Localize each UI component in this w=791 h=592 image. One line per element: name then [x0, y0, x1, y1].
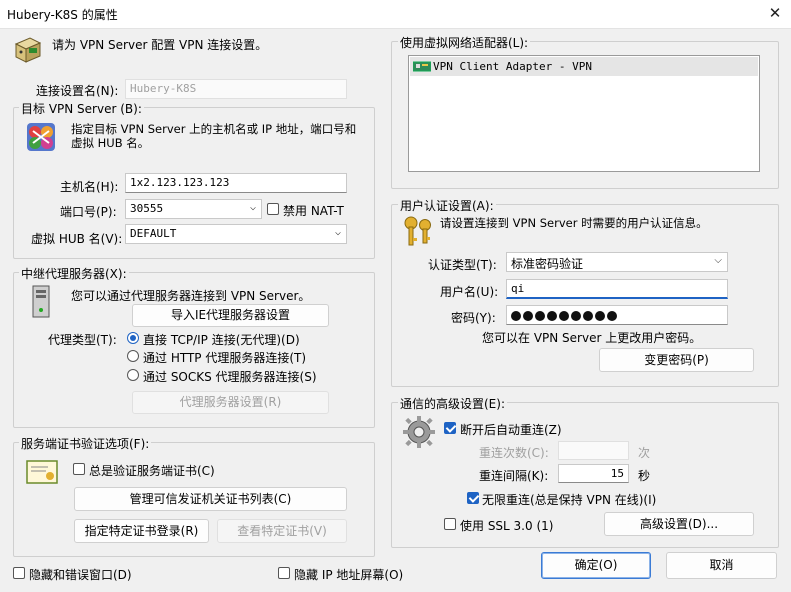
chevron-down-icon: ⌵: [714, 255, 722, 266]
always-verify-label: 总是验证服务端证书(C): [89, 464, 215, 478]
import-ie-proxy-button[interactable]: 导入IE代理服务器设置: [132, 304, 329, 327]
proxy-legend: 中继代理服务器(X):: [19, 265, 129, 282]
retry-count-field[interactable]: [558, 441, 629, 460]
proxy-http-radio[interactable]: [127, 350, 139, 362]
auth-description: 请设置连接到 VPN Server 时需要的用户认证信息。: [440, 216, 708, 230]
connection-name-field[interactable]: Hubery-K8S: [125, 79, 347, 99]
auth-type-combo[interactable]: 标准密码验证 ⌵: [506, 252, 728, 272]
hub-combo[interactable]: DEFAULT ⌵: [125, 224, 347, 244]
hide-status-label: 隐藏和错误窗口(D): [29, 568, 132, 582]
keys-icon: [402, 214, 436, 248]
proxy-type-label: 代理类型(T):: [48, 333, 117, 347]
server-cert-legend: 服务端证书验证选项(F):: [19, 435, 152, 452]
disable-nat-label: 禁用 NAT-T: [283, 204, 344, 218]
advanced-legend: 通信的高级设置(E):: [398, 395, 507, 412]
hide-ip-checkbox[interactable]: [278, 567, 290, 579]
intro-text: 请为 VPN Server 配置 VPN 连接设置。: [52, 38, 268, 52]
hub-value: DEFAULT: [130, 227, 177, 240]
view-cert-button[interactable]: 查看特定证书(V): [217, 519, 347, 543]
hide-status-checkbox[interactable]: [13, 567, 25, 579]
infinite-retry-label: 无限重连(总是保持 VPN 在线)(I): [482, 493, 657, 507]
password-dot: [607, 311, 617, 321]
retry-interval-field[interactable]: 15: [558, 464, 629, 483]
hostname-label: 主机名(H):: [60, 180, 119, 194]
hostname-field[interactable]: 1x2.123.123.123: [125, 173, 347, 193]
use-ssl3-label: 使用 SSL 3.0 (1): [460, 519, 554, 533]
retry-interval-label: 重连间隔(K):: [479, 469, 549, 483]
password-dot: [535, 311, 545, 321]
auth-legend: 用户认证设置(A):: [398, 197, 496, 214]
use-ssl3-checkbox[interactable]: [444, 518, 456, 530]
specify-cert-button[interactable]: 指定特定证书登录(R): [74, 519, 209, 543]
chevron-down-icon: ⌵: [334, 227, 341, 238]
network-adapter-icon: [412, 61, 432, 72]
connection-name-label: 连接设置名(N):: [36, 84, 119, 98]
proxy-http-label: 通过 HTTP 代理服务器连接(T): [143, 351, 307, 365]
infinite-retry-checkbox[interactable]: [467, 492, 479, 504]
proxy-socks-radio[interactable]: [127, 369, 139, 381]
port-label: 端口号(P):: [60, 205, 117, 219]
password-dot: [511, 311, 521, 321]
username-label: 用户名(U):: [440, 285, 499, 299]
hub-label: 虚拟 HUB 名(V):: [31, 232, 123, 246]
retry-count-unit: 次: [638, 446, 651, 460]
computer-tower-icon: [28, 285, 54, 319]
adapter-item-label: VPN Client Adapter - VPN: [433, 60, 592, 73]
password-field[interactable]: [506, 305, 728, 325]
advanced-settings-button[interactable]: 高级设置(D)...: [604, 512, 754, 536]
always-verify-checkbox[interactable]: [73, 463, 85, 475]
adapter-legend: 使用虚拟网络适配器(L):: [398, 34, 531, 51]
proxy-socks-label: 通过 SOCKS 代理服务器连接(S): [143, 370, 317, 384]
password-dot: [583, 311, 593, 321]
proxy-direct-label: 直接 TCP/IP 连接(无代理)(D): [143, 333, 300, 347]
port-combo[interactable]: 30555 ⌵: [125, 199, 262, 219]
target-legend: 目标 VPN Server (B):: [19, 100, 144, 117]
retry-interval-unit: 秒: [638, 469, 651, 483]
hide-ip-label: 隐藏 IP 地址屏幕(O): [294, 568, 404, 582]
server-target-icon: [25, 121, 57, 153]
certificate-icon: [26, 459, 58, 485]
password-dot: [547, 311, 557, 321]
window-title: Hubery-K8S 的属性: [7, 8, 118, 22]
gear-icon: [402, 415, 436, 449]
cancel-button[interactable]: 取消: [666, 552, 777, 579]
username-field[interactable]: qi: [506, 279, 728, 299]
ok-button[interactable]: 确定(O): [541, 552, 651, 579]
change-password-hint: 您可以在 VPN Server 上更改用户密码。: [482, 331, 702, 345]
chevron-down-icon: ⌵: [249, 202, 256, 213]
target-description: 指定目标 VPN Server 上的主机名或 IP 地址，端口号和虚拟 HUB …: [71, 122, 357, 150]
password-dot: [523, 311, 533, 321]
port-value: 30555: [130, 202, 164, 215]
auto-reconnect-label: 断开后自动重连(Z): [460, 423, 562, 437]
password-dot: [571, 311, 581, 321]
password-dot: [595, 311, 605, 321]
proxy-description: 您可以通过代理服务器连接到 VPN Server。: [71, 289, 311, 303]
password-dot: [559, 311, 569, 321]
proxy-direct-radio[interactable]: [127, 332, 139, 344]
auto-reconnect-checkbox[interactable]: [444, 422, 456, 434]
title-bar: [0, 0, 791, 29]
computer-network-icon: [12, 34, 44, 66]
password-label: 密码(Y):: [451, 311, 496, 325]
disable-nat-checkbox[interactable]: [267, 203, 279, 215]
auth-type-value: 标准密码验证: [511, 257, 584, 271]
auth-type-label: 认证类型(T):: [428, 258, 497, 272]
adapter-list-item[interactable]: VPN Client Adapter - VPN: [410, 57, 758, 76]
manage-ca-button[interactable]: 管理可信发证机关证书列表(C): [74, 487, 347, 511]
password-mask: [511, 309, 619, 322]
proxy-settings-button[interactable]: 代理服务器设置(R): [132, 391, 329, 414]
adapter-list[interactable]: VPN Client Adapter - VPN: [408, 55, 760, 172]
retry-count-label: 重连次数(C):: [479, 446, 549, 460]
close-button[interactable]: ✕: [766, 4, 784, 22]
change-password-button[interactable]: 变更密码(P): [599, 348, 754, 372]
